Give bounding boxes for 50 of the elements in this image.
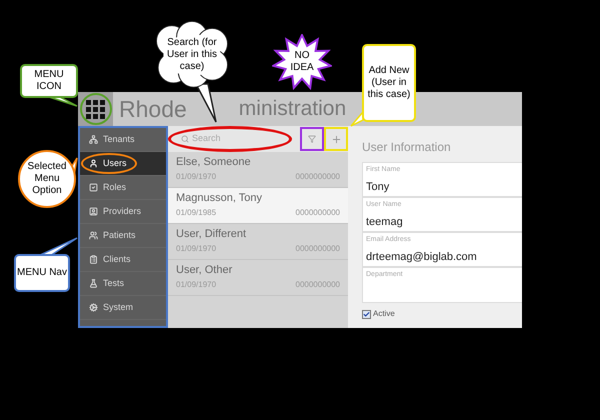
- phone-number: 0000000000: [296, 243, 340, 255]
- clipboard-icon: [89, 255, 98, 264]
- checkbox-icon: [89, 183, 98, 192]
- user-name: Else, Someone: [176, 155, 252, 169]
- user-name: User, Different: [176, 227, 248, 241]
- callout-text: Search (for User in this case): [166, 37, 218, 73]
- app-title: ministration: [238, 96, 346, 122]
- nav-item[interactable]: Clients: [80, 248, 166, 272]
- user-list-item[interactable]: Magnusson, Tony 01/09/1985 0000000000: [168, 188, 348, 224]
- nav-item[interactable]: Tests: [80, 272, 166, 296]
- person-icon: [89, 159, 98, 168]
- nav-item[interactable]: Patients: [80, 224, 166, 248]
- user-name: User, Other: [176, 263, 234, 277]
- app-title: Rhode: [119, 95, 187, 123]
- plus-icon: [330, 134, 342, 144]
- gears-icon: [89, 303, 98, 312]
- menu-button[interactable]: [78, 92, 113, 126]
- field-value: Tony: [366, 180, 390, 195]
- search-icon: [181, 135, 189, 143]
- nav-item[interactable]: Roles: [80, 176, 166, 200]
- flask-icon: [89, 279, 98, 288]
- birth-date: 01/09/1970: [176, 279, 216, 291]
- nav-item[interactable]: Users: [80, 152, 166, 176]
- pointer-tail: [195, 83, 217, 123]
- filter-icon: [308, 135, 316, 143]
- field-value: teemag: [366, 215, 404, 230]
- callout-text: Selected Menu Option: [26, 161, 68, 197]
- section-title: User Information: [362, 139, 452, 156]
- birth-date: 01/09/1970: [176, 171, 216, 183]
- hierarchy-icon: [89, 135, 98, 144]
- birth-date: 01/09/1970: [176, 243, 216, 255]
- field-value: drteemag@biglab.com: [366, 250, 478, 265]
- phone-number: 0000000000: [296, 171, 340, 183]
- filter-button[interactable]: [300, 127, 324, 151]
- active-checkbox[interactable]: [362, 310, 371, 318]
- check-icon: [363, 310, 370, 318]
- callout-text: MENU ICON: [33, 69, 65, 93]
- callout-text: Add New (User in this case): [366, 65, 412, 101]
- callout-text: NO IDEA: [289, 50, 315, 74]
- callout-text: MENU Nav: [16, 267, 67, 279]
- phone-number: 0000000000: [296, 279, 340, 291]
- checkbox-label: Active: [373, 308, 395, 320]
- nav-item[interactable]: Providers: [80, 200, 166, 224]
- user-name: Magnusson, Tony: [176, 191, 264, 205]
- group-icon: [89, 231, 98, 240]
- nav-item[interactable]: System: [80, 296, 166, 320]
- phone-number: 0000000000: [296, 207, 340, 219]
- birth-date: 01/09/1985: [176, 207, 216, 219]
- badge-icon: [89, 207, 98, 216]
- grid-icon: [86, 100, 105, 118]
